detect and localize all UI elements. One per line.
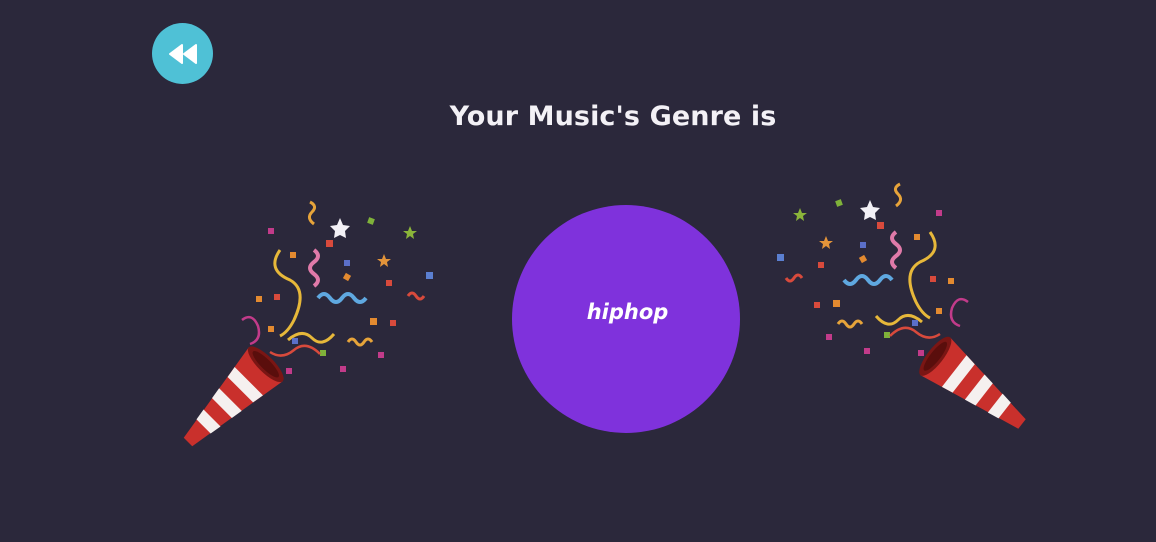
genre-label: hiphop — [586, 300, 669, 324]
confetti-right — [777, 182, 969, 356]
confetti-left — [241, 200, 433, 374]
page-title: Your Music's Genre is — [449, 101, 777, 132]
genre-circle: hiphop — [512, 205, 740, 433]
rewind-icon — [168, 43, 197, 64]
party-popper-icon — [777, 182, 1026, 429]
popper-cone-right — [919, 336, 1026, 429]
back-button[interactable] — [152, 23, 213, 84]
party-popper-icon — [183, 200, 433, 447]
popper-cone-left — [183, 346, 284, 447]
